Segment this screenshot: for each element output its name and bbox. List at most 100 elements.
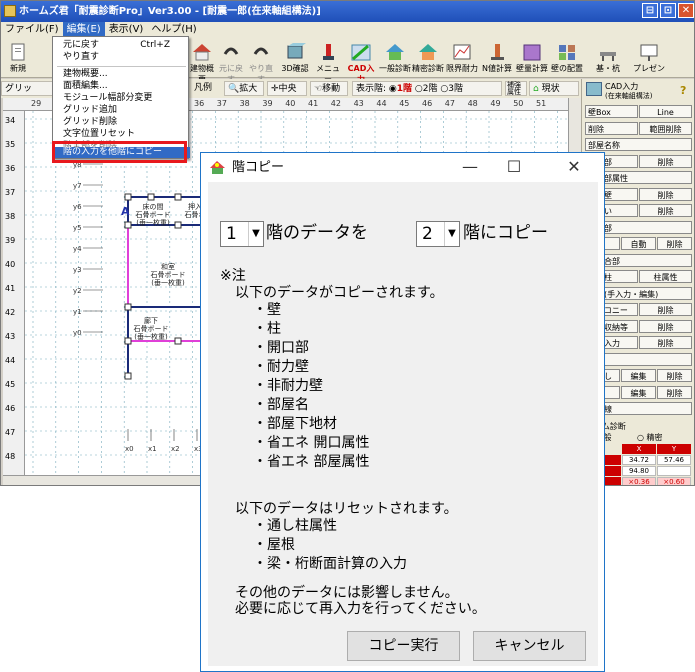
- menu-item-building-overview[interactable]: 建物概要...: [53, 69, 190, 80]
- cancel-button[interactable]: キャンセル: [473, 631, 586, 661]
- panel-button[interactable]: 範囲削除: [639, 121, 692, 135]
- menu-icon: [323, 44, 334, 60]
- ruler-tick-label: 39: [262, 99, 273, 108]
- panel-button[interactable]: 編集: [621, 369, 656, 382]
- panel-button[interactable]: 部屋名称: [585, 138, 692, 151]
- title-bar: ホームズ君「耐震診断Pro」Ver3.00 - [耐震一郎(在来軸組構法)] ⊟…: [1, 1, 694, 22]
- home-icon: ⌂: [533, 84, 539, 94]
- panel-button[interactable]: 削除: [639, 319, 692, 333]
- ruler-tick-label: 42: [5, 308, 16, 317]
- room-label: (垂一枚重): [134, 332, 168, 341]
- ruler-tick-label: 36: [5, 164, 16, 173]
- radio-precise[interactable]: ○ 精密: [637, 432, 663, 443]
- foundation-icon: [600, 52, 616, 61]
- hand-icon: ☜: [314, 84, 323, 94]
- help-button[interactable]: ?: [680, 84, 686, 97]
- house-icon: [193, 44, 211, 61]
- to-floor-select[interactable]: 2 ▼: [416, 221, 460, 247]
- minimize-button[interactable]: ⊟: [642, 3, 658, 18]
- menu-item-grid-add[interactable]: グリッド追加: [53, 105, 190, 116]
- panel-button[interactable]: 削除: [639, 303, 692, 316]
- ruler-tick-label: 43: [353, 99, 364, 108]
- copied-item: ・非耐力壁: [253, 378, 323, 394]
- precise-diagnosis-button[interactable]: 精密診断: [412, 40, 444, 76]
- presentation-button[interactable]: プレゼン: [629, 40, 669, 76]
- menu-item-area-edit[interactable]: 面積編集...: [53, 81, 190, 92]
- grid-select[interactable]: グリッド:1/: [1, 81, 53, 109]
- panel-button[interactable]: 削除: [585, 121, 638, 135]
- zoom-button[interactable]: 🔍拡大: [224, 81, 264, 96]
- general-diagnosis-button[interactable]: 一般診断: [379, 40, 411, 76]
- table-cell: [657, 465, 691, 476]
- wall-layout-button[interactable]: 壁の配置: [550, 40, 584, 76]
- menu-item-module-width[interactable]: モジュール幅部分変更: [53, 93, 190, 104]
- ruler-tick-label: 40: [285, 99, 296, 108]
- status-current[interactable]: ⌂ 現状: [529, 81, 579, 96]
- room-label: 石骨ボード: [151, 271, 186, 279]
- dialog-minimize-button[interactable]: —: [448, 153, 492, 182]
- panel-button[interactable]: 編集: [621, 385, 656, 399]
- maximize-button[interactable]: ⊡: [660, 3, 676, 18]
- column-marker: [147, 193, 155, 201]
- redo-button[interactable]: やり直す: [246, 40, 276, 84]
- column-marker: [124, 372, 132, 380]
- n-value-button[interactable]: N値計算: [480, 40, 514, 76]
- reinforce-attr-button[interactable]: 補強 属性: [505, 81, 527, 96]
- panel-button[interactable]: 削除: [657, 385, 692, 399]
- floor1-radio[interactable]: ◉1階: [389, 84, 412, 94]
- copied-item: ・壁: [253, 302, 281, 318]
- legend-button[interactable]: 凡例: [191, 81, 221, 96]
- column-marker: [124, 337, 132, 345]
- panel-button[interactable]: 削除: [657, 369, 692, 382]
- note-heading: ※注: [220, 268, 246, 284]
- undo-button[interactable]: 元に戻す: [216, 40, 246, 84]
- ruler-tick-label: 46: [5, 404, 16, 413]
- column-marker: [174, 337, 182, 345]
- new-button[interactable]: 新規: [3, 40, 33, 76]
- grid-label: y4: [73, 245, 82, 253]
- move-button[interactable]: ☜移動: [310, 81, 348, 96]
- panel-button[interactable]: 削除: [639, 187, 692, 201]
- floor-copy-dialog: 階コピー — ☐ ✕ 1 ▼ 階のデータを 2 ▼ 階にコピー ※注 以下のデータが…: [200, 152, 605, 672]
- ruler-tick-label: 43: [5, 332, 16, 341]
- panel-button[interactable]: 削除: [639, 154, 692, 168]
- building-overview-button[interactable]: 建物概要: [188, 40, 216, 84]
- panel-button[interactable]: 削除: [639, 336, 692, 349]
- menu-item-text-reset[interactable]: 文字位置リセット: [53, 129, 190, 140]
- limit-strength-button[interactable]: 限界耐力: [445, 40, 479, 76]
- cad-input-button[interactable]: CAD入力: [344, 40, 378, 84]
- menu-item-redo[interactable]: やり直す: [53, 52, 190, 63]
- panel-button[interactable]: 柱属性: [639, 270, 692, 283]
- copy-execute-button[interactable]: コピー実行: [347, 631, 460, 661]
- dialog-maximize-button[interactable]: ☐: [492, 153, 536, 182]
- foundation-button[interactable]: 基・杭: [593, 40, 623, 76]
- table-cell: 57.46: [657, 454, 691, 465]
- floor2-radio[interactable]: ○2階: [415, 84, 438, 94]
- panel-button[interactable]: 壁Box: [585, 105, 638, 118]
- close-button[interactable]: ✕: [678, 3, 694, 18]
- floor3-radio[interactable]: ○3階: [440, 84, 463, 94]
- room-label: 石骨ボード: [136, 211, 171, 219]
- vertical-ruler: 34 35 36 37 38 39 40 41 42 43 44 45 46 47 48: [3, 111, 25, 479]
- menu-item-grid-delete[interactable]: グリッド削除: [53, 117, 190, 128]
- wall-layout-icon: [559, 45, 575, 60]
- panel-button[interactable]: 削除: [657, 237, 692, 250]
- panel-button[interactable]: Line: [639, 105, 692, 118]
- column-marker: [174, 221, 182, 229]
- dialog-close-button[interactable]: ✕: [552, 153, 596, 182]
- panel-button[interactable]: 自動: [621, 237, 656, 250]
- ruler-tick-label: 35: [5, 140, 16, 149]
- room-label: 床の間: [143, 202, 164, 211]
- wall-amount-button[interactable]: 壁量計算: [515, 40, 549, 76]
- menu-item-undo[interactable]: 元に戻す Ctrl+Z: [53, 40, 190, 51]
- menu-separator: [57, 66, 186, 67]
- 3d-cube-icon: [287, 43, 306, 59]
- 3d-view-button[interactable]: 3D確認: [279, 40, 311, 76]
- copied-item: ・部屋下地材: [253, 416, 337, 432]
- center-button[interactable]: ✛中央: [267, 81, 307, 96]
- ruler-tick-label: 44: [5, 356, 16, 365]
- panel-button[interactable]: 削除: [639, 204, 692, 217]
- from-floor-select[interactable]: 1 ▼: [220, 221, 264, 247]
- menu-button[interactable]: メニュー: [313, 40, 343, 84]
- column-marker: [124, 303, 132, 311]
